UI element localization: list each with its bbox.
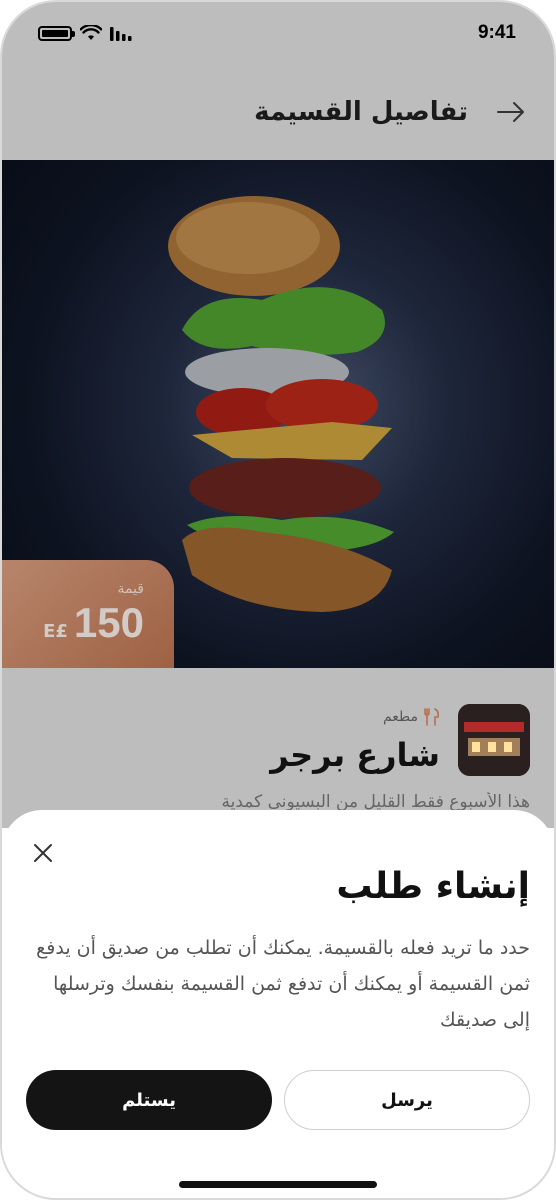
page-header: تفاصيل القسيمة — [2, 64, 554, 160]
send-button[interactable]: يرسل — [284, 1070, 530, 1130]
status-time: 9:41 — [477, 22, 516, 43]
phone-frame: 9:41 تفاصيل القسيمة قيمة E£ 150 مطعم شار… — [0, 0, 556, 1200]
restaurant-description: هذا الأسبوع فقط القليل من البسيوني كمدية — [221, 792, 531, 812]
restaurant-name: شارع برجر — [270, 736, 440, 774]
sheet-description: حدد ما تريد فعله بالقسيمة. يمكنك أن تطلب… — [36, 937, 530, 1031]
cutlery-icon — [424, 708, 439, 726]
price-label: قيمة — [117, 581, 144, 597]
battery-icon — [38, 25, 75, 41]
voucher-hero-image: قيمة E£ 150 — [2, 160, 554, 668]
close-icon — [34, 844, 52, 862]
page-title: تفاصيل القسيمة — [254, 97, 468, 127]
sheet-title: إنشاء طلب — [336, 866, 530, 907]
close-button[interactable] — [28, 838, 58, 868]
wifi-icon — [80, 25, 102, 40]
restaurant-section: مطعم شارع برجر هذا الأسبوع فقط القليل من… — [2, 668, 554, 828]
restaurant-type: مطعم — [383, 708, 440, 726]
status-bar: 9:41 — [2, 2, 554, 64]
arrow-right-icon — [497, 102, 524, 122]
status-icons — [38, 25, 132, 41]
create-request-sheet: إنشاء طلب حدد ما تريد فعله بالقسيمة. يمك… — [2, 810, 554, 1198]
signal-icon — [110, 27, 132, 41]
price-card: قيمة E£ 150 — [2, 560, 174, 668]
price-row: E£ 150 — [43, 599, 144, 647]
receive-button[interactable]: يستلم — [26, 1070, 272, 1130]
home-indicator[interactable] — [179, 1181, 377, 1188]
back-button[interactable] — [494, 95, 528, 129]
restaurant-thumbnail — [458, 704, 530, 776]
price-value: 150 — [73, 599, 144, 646]
restaurant-type-label: مطعم — [382, 709, 418, 725]
price-currency: E£ — [43, 621, 68, 642]
